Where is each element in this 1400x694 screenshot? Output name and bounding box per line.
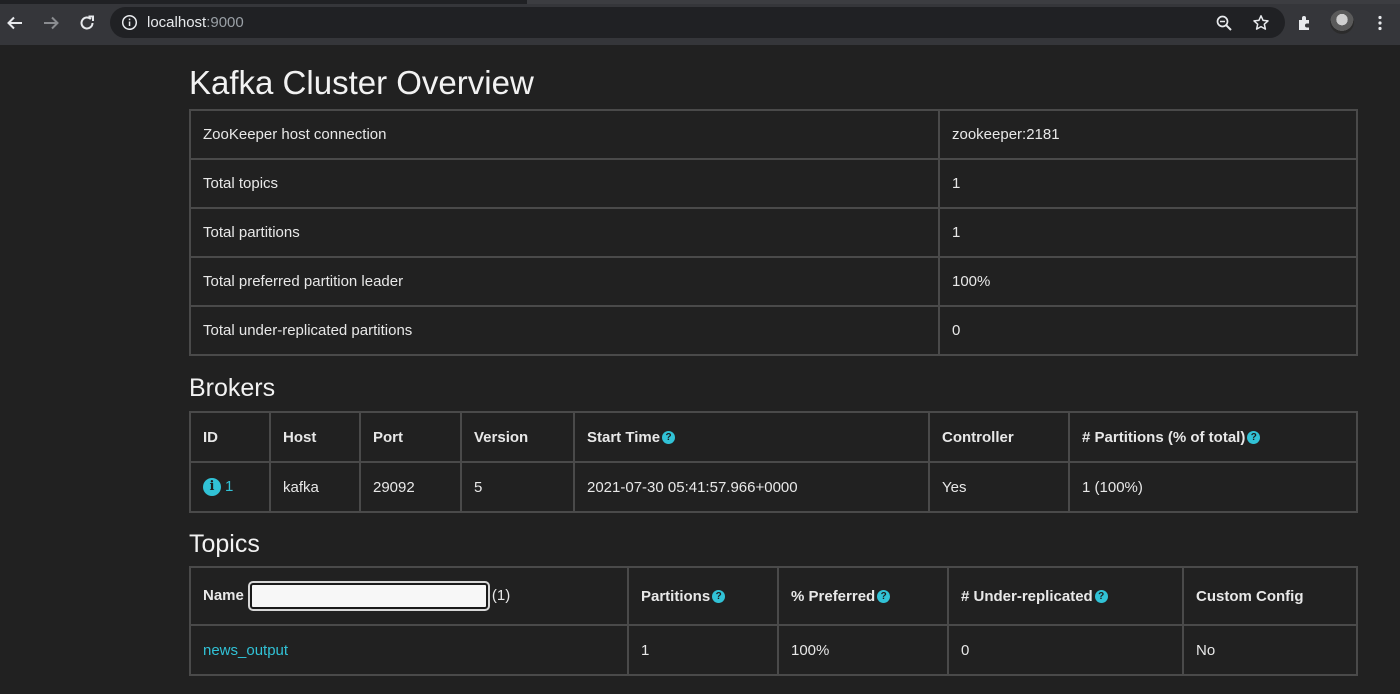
address-bar[interactable]: localhost:9000: [110, 7, 1285, 38]
brokers-table: ID Host Port Version Start Time? Control…: [189, 411, 1358, 513]
browser-toolbar: localhost:9000: [0, 0, 1400, 45]
reload-button[interactable]: [72, 8, 102, 38]
more-vertical-icon: [1378, 15, 1382, 31]
overview-value: 1: [938, 207, 1358, 258]
overview-label: Total topics: [189, 158, 940, 209]
reload-icon: [80, 15, 94, 30]
overview-row-preferred-leader: Total preferred partition leader 100%: [189, 256, 1358, 307]
overview-value: 100%: [938, 256, 1358, 307]
tab-strip-highlight: [527, 0, 1400, 4]
forward-button[interactable]: [36, 8, 66, 38]
column-partitions-label: # Partitions (% of total): [1082, 428, 1246, 446]
overview-row-under-replicated: Total under-replicated partitions 0: [189, 305, 1358, 356]
overview-row-zookeeper: ZooKeeper host connection zookeeper:2181: [189, 109, 1358, 160]
column-partitions[interactable]: Partitions?: [627, 566, 779, 626]
forward-arrow-icon: [44, 16, 59, 30]
overview-label: Total under-replicated partitions: [189, 305, 940, 356]
back-button[interactable]: [0, 8, 30, 38]
url-host: localhost: [147, 14, 207, 31]
profile-avatar[interactable]: [1330, 10, 1354, 34]
topic-partitions: 1: [627, 624, 779, 676]
info-icon[interactable]: i: [203, 478, 221, 497]
overview-value: 0: [938, 305, 1358, 356]
overview-label: ZooKeeper host connection: [189, 109, 940, 160]
broker-partitions: 1 (100%): [1068, 461, 1358, 513]
broker-id-cell: i1: [189, 461, 271, 513]
overview-value: zookeeper:2181: [938, 109, 1358, 160]
url-port: :9000: [206, 14, 244, 31]
column-controller[interactable]: Controller: [928, 411, 1070, 463]
topic-under-replicated: 0: [947, 624, 1184, 676]
topic-filter-input[interactable]: [247, 581, 490, 611]
column-name[interactable]: Name (1): [189, 566, 629, 626]
help-icon[interactable]: ?: [712, 590, 726, 604]
extensions-button[interactable]: [1295, 13, 1315, 33]
column-start-time[interactable]: Start Time?: [573, 411, 930, 463]
overview-value: 1: [938, 158, 1358, 209]
brokers-header-row: ID Host Port Version Start Time? Control…: [189, 411, 1358, 463]
broker-port: 29092: [359, 461, 462, 513]
column-under-replicated[interactable]: # Under-replicated?: [947, 566, 1184, 626]
overview-row-topics: Total topics 1: [189, 158, 1358, 209]
column-name-label: Name: [203, 586, 244, 604]
topics-table: Name (1) Partitions? % Preferred? # Under…: [189, 566, 1358, 676]
column-host[interactable]: Host: [269, 411, 361, 463]
column-id[interactable]: ID: [189, 411, 271, 463]
column-preferred[interactable]: % Preferred?: [777, 566, 949, 626]
broker-host: kafka: [269, 461, 361, 513]
overview-label: Total preferred partition leader: [189, 256, 940, 307]
table-row: i1 kafka 29092 5 2021-07-30 05:41:57.966…: [189, 461, 1358, 513]
topic-name-cell: news_output: [189, 624, 629, 676]
overview-row-partitions: Total partitions 1: [189, 207, 1358, 258]
topic-name-link[interactable]: news_output: [203, 642, 288, 659]
info-icon[interactable]: [121, 14, 138, 31]
column-start-time-label: Start Time: [587, 428, 661, 446]
star-icon: [1253, 15, 1269, 30]
url-text[interactable]: localhost:9000: [147, 14, 244, 31]
column-custom-config[interactable]: Custom Config: [1182, 566, 1358, 626]
topics-heading: Topics: [189, 530, 260, 558]
menu-button[interactable]: [1370, 13, 1390, 33]
broker-id-link[interactable]: 1: [225, 478, 233, 495]
column-under-replicated-label: # Under-replicated: [961, 587, 1093, 605]
back-arrow-icon: [7, 16, 22, 30]
column-partitions-label: Partitions: [641, 587, 711, 605]
topic-count: (1): [491, 586, 511, 604]
zoom-icon: [1216, 15, 1232, 31]
broker-controller: Yes: [928, 461, 1070, 513]
broker-start-time: 2021-07-30 05:41:57.966+0000: [573, 461, 930, 513]
column-preferred-label: % Preferred: [791, 587, 876, 605]
broker-version: 5: [460, 461, 575, 513]
brokers-heading: Brokers: [189, 374, 276, 402]
help-icon[interactable]: ?: [1247, 431, 1261, 445]
table-row: news_output 1 100% 0 No: [189, 624, 1358, 676]
help-icon[interactable]: ?: [662, 431, 676, 445]
column-port[interactable]: Port: [359, 411, 462, 463]
topic-preferred: 100%: [777, 624, 949, 676]
page-title: Kafka Cluster Overview: [189, 64, 534, 101]
column-partitions[interactable]: # Partitions (% of total)?: [1068, 411, 1358, 463]
help-icon[interactable]: ?: [877, 590, 891, 604]
topic-custom-config: No: [1182, 624, 1358, 676]
topics-header-row: Name (1) Partitions? % Preferred? # Under…: [189, 566, 1358, 626]
help-icon[interactable]: ?: [1094, 590, 1108, 604]
zoom-button[interactable]: [1214, 13, 1234, 33]
extensions-icon: [1299, 16, 1309, 30]
column-version[interactable]: Version: [460, 411, 575, 463]
cluster-overview-table: ZooKeeper host connection zookeeper:2181…: [189, 109, 1358, 356]
overview-label: Total partitions: [189, 207, 940, 258]
bookmark-button[interactable]: [1251, 13, 1271, 33]
